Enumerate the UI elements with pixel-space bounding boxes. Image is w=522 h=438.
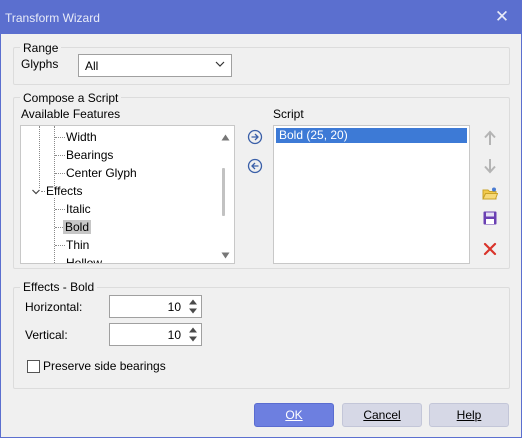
glyphs-label: Glyphs [21,57,59,71]
effects-legend: Effects - Bold [20,280,98,294]
cancel-label: Cancel [363,408,401,422]
help-button[interactable]: Help [429,403,509,427]
dialog-title: Transform Wizard [5,11,100,25]
help-label: Help [456,408,482,422]
chevron-down-icon [214,58,226,73]
delete-script-item-button[interactable] [480,240,500,260]
script-label: Script [273,107,304,121]
scroll-thumb[interactable] [222,168,225,216]
arrow-down-icon [483,158,497,177]
tree-item-label: Italic [66,202,91,216]
tree-scrollbar[interactable] [218,126,233,263]
cancel-button[interactable]: Cancel [342,403,422,427]
open-script-button[interactable] [480,185,500,205]
tree-item-label: Hollow [66,256,103,264]
tree-connector [55,227,63,228]
preserve-side-bearings-label: Preserve side bearings [43,359,166,373]
tree-item-label: Effects [46,184,83,198]
scroll-up-arrow-icon[interactable] [221,130,230,144]
add-to-script-button[interactable] [245,128,265,148]
tree-item-effects[interactable]: Effects [46,182,82,200]
arrow-up-icon [483,130,497,149]
close-icon[interactable]: ✕ [491,6,513,28]
effects-group [13,287,510,389]
tree-line [54,198,55,263]
vertical-stepper[interactable]: 10 [109,323,202,346]
tree-item-bold[interactable]: Bold [63,218,92,236]
move-down-button[interactable] [480,157,500,177]
range-legend: Range [20,41,62,55]
tree-line [54,126,55,188]
tree-item-label: Width [66,130,97,144]
tree-item-label: Thin [66,238,90,252]
tree-connector [55,209,65,210]
title-bar: Transform Wizard ✕ [1,1,521,34]
available-features-tree[interactable]: Width Bearings Center Glyph Effects Ital… [20,125,235,264]
tree-connector [55,155,65,156]
tree-item-label: Center Glyph [66,166,137,180]
tree-item-label: Bold [63,220,92,234]
vertical-value: 10 [167,328,181,342]
ok-button[interactable]: OK [254,403,334,427]
tree-connector [55,137,65,138]
save-icon [483,211,497,228]
tree-item-hollow[interactable]: Hollow [66,254,103,264]
tree-connector [55,245,65,246]
vertical-label: Vertical: [25,328,68,342]
glyphs-select-value: All [85,59,99,73]
ok-label: OK [285,408,303,422]
transform-wizard-dialog: Transform Wizard ✕ Range Glyphs All Comp… [0,0,522,438]
arrow-left-circle-icon [247,158,263,177]
tree-connector [41,191,45,192]
stepper-arrows[interactable] [187,297,199,319]
preserve-side-bearings-checkbox[interactable] [27,360,40,373]
tree-item-italic[interactable]: Italic [66,200,91,218]
horizontal-stepper[interactable]: 10 [109,295,202,318]
horizontal-label: Horizontal: [25,300,83,314]
available-features-label: Available Features [21,107,121,121]
tree-item-center-glyph[interactable]: Center Glyph [66,164,137,182]
tree-item-width[interactable]: Width [66,128,97,146]
chevron-down-icon[interactable] [31,186,41,200]
scroll-down-arrow-icon[interactable] [221,248,230,262]
tree-item-bearings[interactable]: Bearings [66,146,113,164]
open-folder-icon [482,187,499,204]
stepper-arrows[interactable] [187,325,199,347]
glyphs-select[interactable]: All [78,54,232,77]
tree-line [39,126,40,188]
remove-from-script-button[interactable] [245,157,265,177]
compose-legend: Compose a Script [20,91,122,105]
delete-x-icon [483,242,497,259]
arrow-right-circle-icon [247,129,263,148]
move-up-button[interactable] [480,129,500,149]
script-item-selected[interactable]: Bold (25, 20) [276,128,467,143]
tree-item-label: Bearings [66,148,114,162]
tree-connector [55,173,65,174]
tree-item-thin[interactable]: Thin [66,236,89,254]
save-script-button[interactable] [480,209,500,229]
script-list[interactable]: Bold (25, 20) [273,125,470,264]
horizontal-value: 10 [167,300,181,314]
script-item-label: Bold (25, 20) [279,128,348,142]
